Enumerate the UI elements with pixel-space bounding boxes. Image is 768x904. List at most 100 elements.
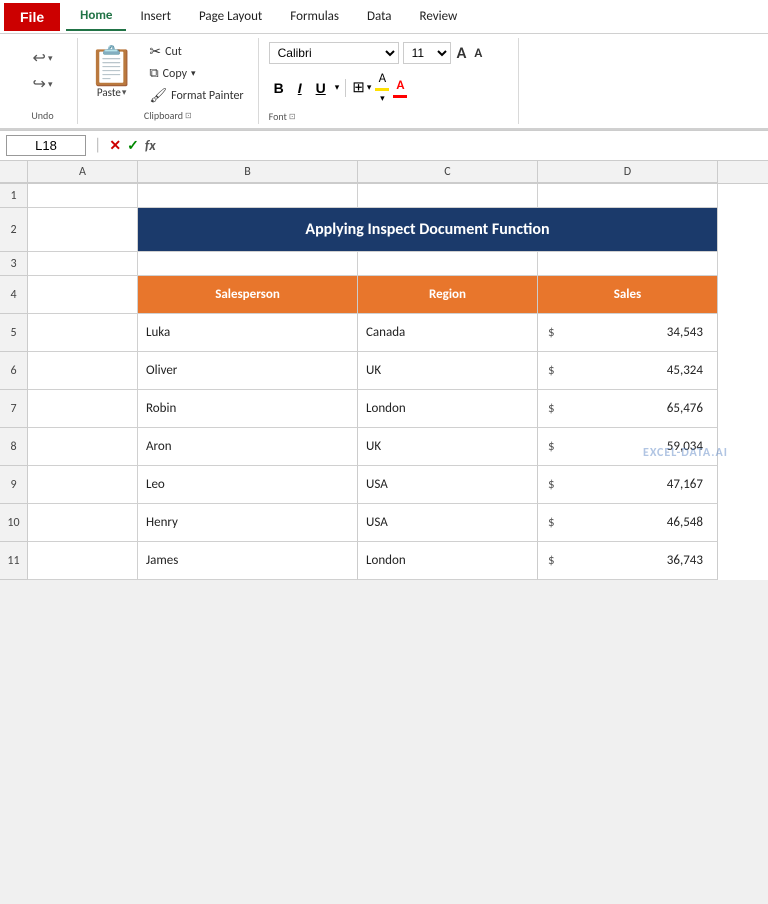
cell-d10[interactable]: $46,548 [538, 504, 718, 542]
cell-header-region[interactable]: Region [358, 276, 538, 314]
tab-home[interactable]: Home [66, 2, 126, 31]
cell-d5[interactable]: $34,543 [538, 314, 718, 352]
table-row: 8 Aron UK$59,034 [0, 428, 768, 466]
cell-c7[interactable]: London [358, 390, 538, 428]
decrease-font-button[interactable]: A [472, 46, 484, 61]
bold-button[interactable]: B [269, 79, 289, 97]
italic-button[interactable]: I [293, 79, 307, 97]
cell-a7[interactable] [28, 390, 138, 428]
col-header-c[interactable]: C [358, 161, 538, 183]
list-item: Aron [138, 439, 180, 454]
formula-bar: | ✕ ✓ fx [0, 131, 768, 161]
format-painter-label: Format Painter [171, 89, 244, 103]
cell-b8[interactable]: Aron [138, 428, 358, 466]
border-icon: ⊞ [352, 78, 365, 97]
cell-d8[interactable]: $59,034 [538, 428, 718, 466]
tab-formulas[interactable]: Formulas [276, 3, 353, 30]
cell-c6[interactable]: UK [358, 352, 538, 390]
cell-c5[interactable]: Canada [358, 314, 538, 352]
name-box[interactable] [6, 135, 86, 156]
font-color-bar [393, 95, 407, 98]
cell-a3[interactable] [28, 252, 138, 276]
cell-a8[interactable] [28, 428, 138, 466]
font-row2: B I U ▾ ⊞ ▾ A ▾ A [269, 71, 508, 104]
cell-a4[interactable] [28, 276, 138, 314]
tab-bar: File Home Insert Page Layout Formulas Da… [0, 0, 768, 34]
cell-d9[interactable]: $47,167 [538, 466, 718, 504]
cell-d1[interactable] [538, 184, 718, 208]
col-header-a[interactable]: A [28, 161, 138, 183]
cell-a10[interactable] [28, 504, 138, 542]
list-item: London [358, 553, 414, 568]
data-rows: 5LukaCanada$34,5436OliverUK$45,3247Robin… [0, 314, 768, 580]
redo-button[interactable]: ↪ ▾ [29, 72, 57, 96]
paste-section: 📋 Paste ▾ [88, 48, 135, 99]
tab-file[interactable]: File [4, 3, 60, 31]
undo-group-label: Undo [31, 109, 53, 122]
increase-font-button[interactable]: A [455, 44, 469, 63]
cell-d3[interactable] [538, 252, 718, 276]
table-row: 3 [0, 252, 768, 276]
cell-d11[interactable]: $36,743 [538, 542, 718, 580]
paste-button[interactable]: 📋 [88, 48, 135, 86]
table-row: 6 OliverUK$45,324 [0, 352, 768, 390]
cell-title[interactable]: Applying Inspect Document Function [138, 208, 718, 252]
fill-color-button[interactable]: A ▾ [375, 71, 389, 104]
cancel-formula-button[interactable]: ✕ [109, 137, 121, 154]
col-header-b[interactable]: B [138, 161, 358, 183]
dollar-sign: $ [538, 553, 555, 568]
row-header-6: 6 [0, 352, 28, 390]
cell-a5[interactable] [28, 314, 138, 352]
cell-b10[interactable]: Henry [138, 504, 358, 542]
border-button[interactable]: ⊞ ▾ [352, 78, 371, 97]
cell-a1[interactable] [28, 184, 138, 208]
list-item: 59,034 [667, 439, 717, 454]
cell-b6[interactable]: Oliver [138, 352, 358, 390]
col-header-d[interactable]: D [538, 161, 718, 183]
font-size-select[interactable]: 11 [403, 42, 451, 64]
cell-c10[interactable]: USA [358, 504, 538, 542]
paste-dropdown-icon: ▾ [122, 87, 127, 98]
list-item: James [138, 553, 186, 568]
cell-b7[interactable]: Robin [138, 390, 358, 428]
cell-d7[interactable]: $65,476 [538, 390, 718, 428]
cell-d6[interactable]: $45,324 [538, 352, 718, 390]
tab-review[interactable]: Review [406, 3, 472, 30]
paste-icon: 📋 [88, 44, 135, 90]
list-item: Henry [138, 515, 186, 530]
cell-a11[interactable] [28, 542, 138, 580]
row-header-8: 8 [0, 428, 28, 466]
formula-input[interactable] [160, 138, 762, 153]
cut-button[interactable]: ✂ Cut [145, 41, 247, 62]
cell-b11[interactable]: James [138, 542, 358, 580]
tab-insert[interactable]: Insert [126, 3, 185, 30]
underline-dropdown-icon[interactable]: ▾ [335, 82, 340, 93]
cell-b9[interactable]: Leo [138, 466, 358, 504]
copy-button[interactable]: ⧉ Copy ▾ [145, 64, 247, 83]
cell-a6[interactable] [28, 352, 138, 390]
cell-b3[interactable] [138, 252, 358, 276]
tab-page-layout[interactable]: Page Layout [185, 3, 276, 30]
cell-c9[interactable]: USA [358, 466, 538, 504]
fx-button[interactable]: fx [145, 137, 156, 154]
cell-a2[interactable] [28, 208, 138, 252]
cell-b5[interactable]: Luka [138, 314, 358, 352]
confirm-formula-button[interactable]: ✓ [127, 137, 139, 154]
font-color-button[interactable]: A [393, 78, 407, 98]
cell-a9[interactable] [28, 466, 138, 504]
cell-header-salesperson[interactable]: Salesperson [138, 276, 358, 314]
font-expand-icon[interactable]: ⊡ [289, 112, 296, 122]
cell-c8[interactable]: UK [358, 428, 538, 466]
cell-header-sales[interactable]: Sales [538, 276, 718, 314]
undo-button[interactable]: ↩ ▾ [29, 46, 57, 70]
cell-c3[interactable] [358, 252, 538, 276]
clipboard-expand-icon[interactable]: ⊡ [185, 111, 192, 121]
list-item: Leo [138, 477, 173, 492]
format-painter-button[interactable]: 🖌 Format Painter [145, 85, 247, 106]
cell-c1[interactable] [358, 184, 538, 208]
underline-button[interactable]: U [311, 79, 331, 97]
tab-data[interactable]: Data [353, 3, 406, 30]
font-name-select[interactable]: Calibri [269, 42, 399, 64]
cell-b1[interactable] [138, 184, 358, 208]
cell-c11[interactable]: London [358, 542, 538, 580]
